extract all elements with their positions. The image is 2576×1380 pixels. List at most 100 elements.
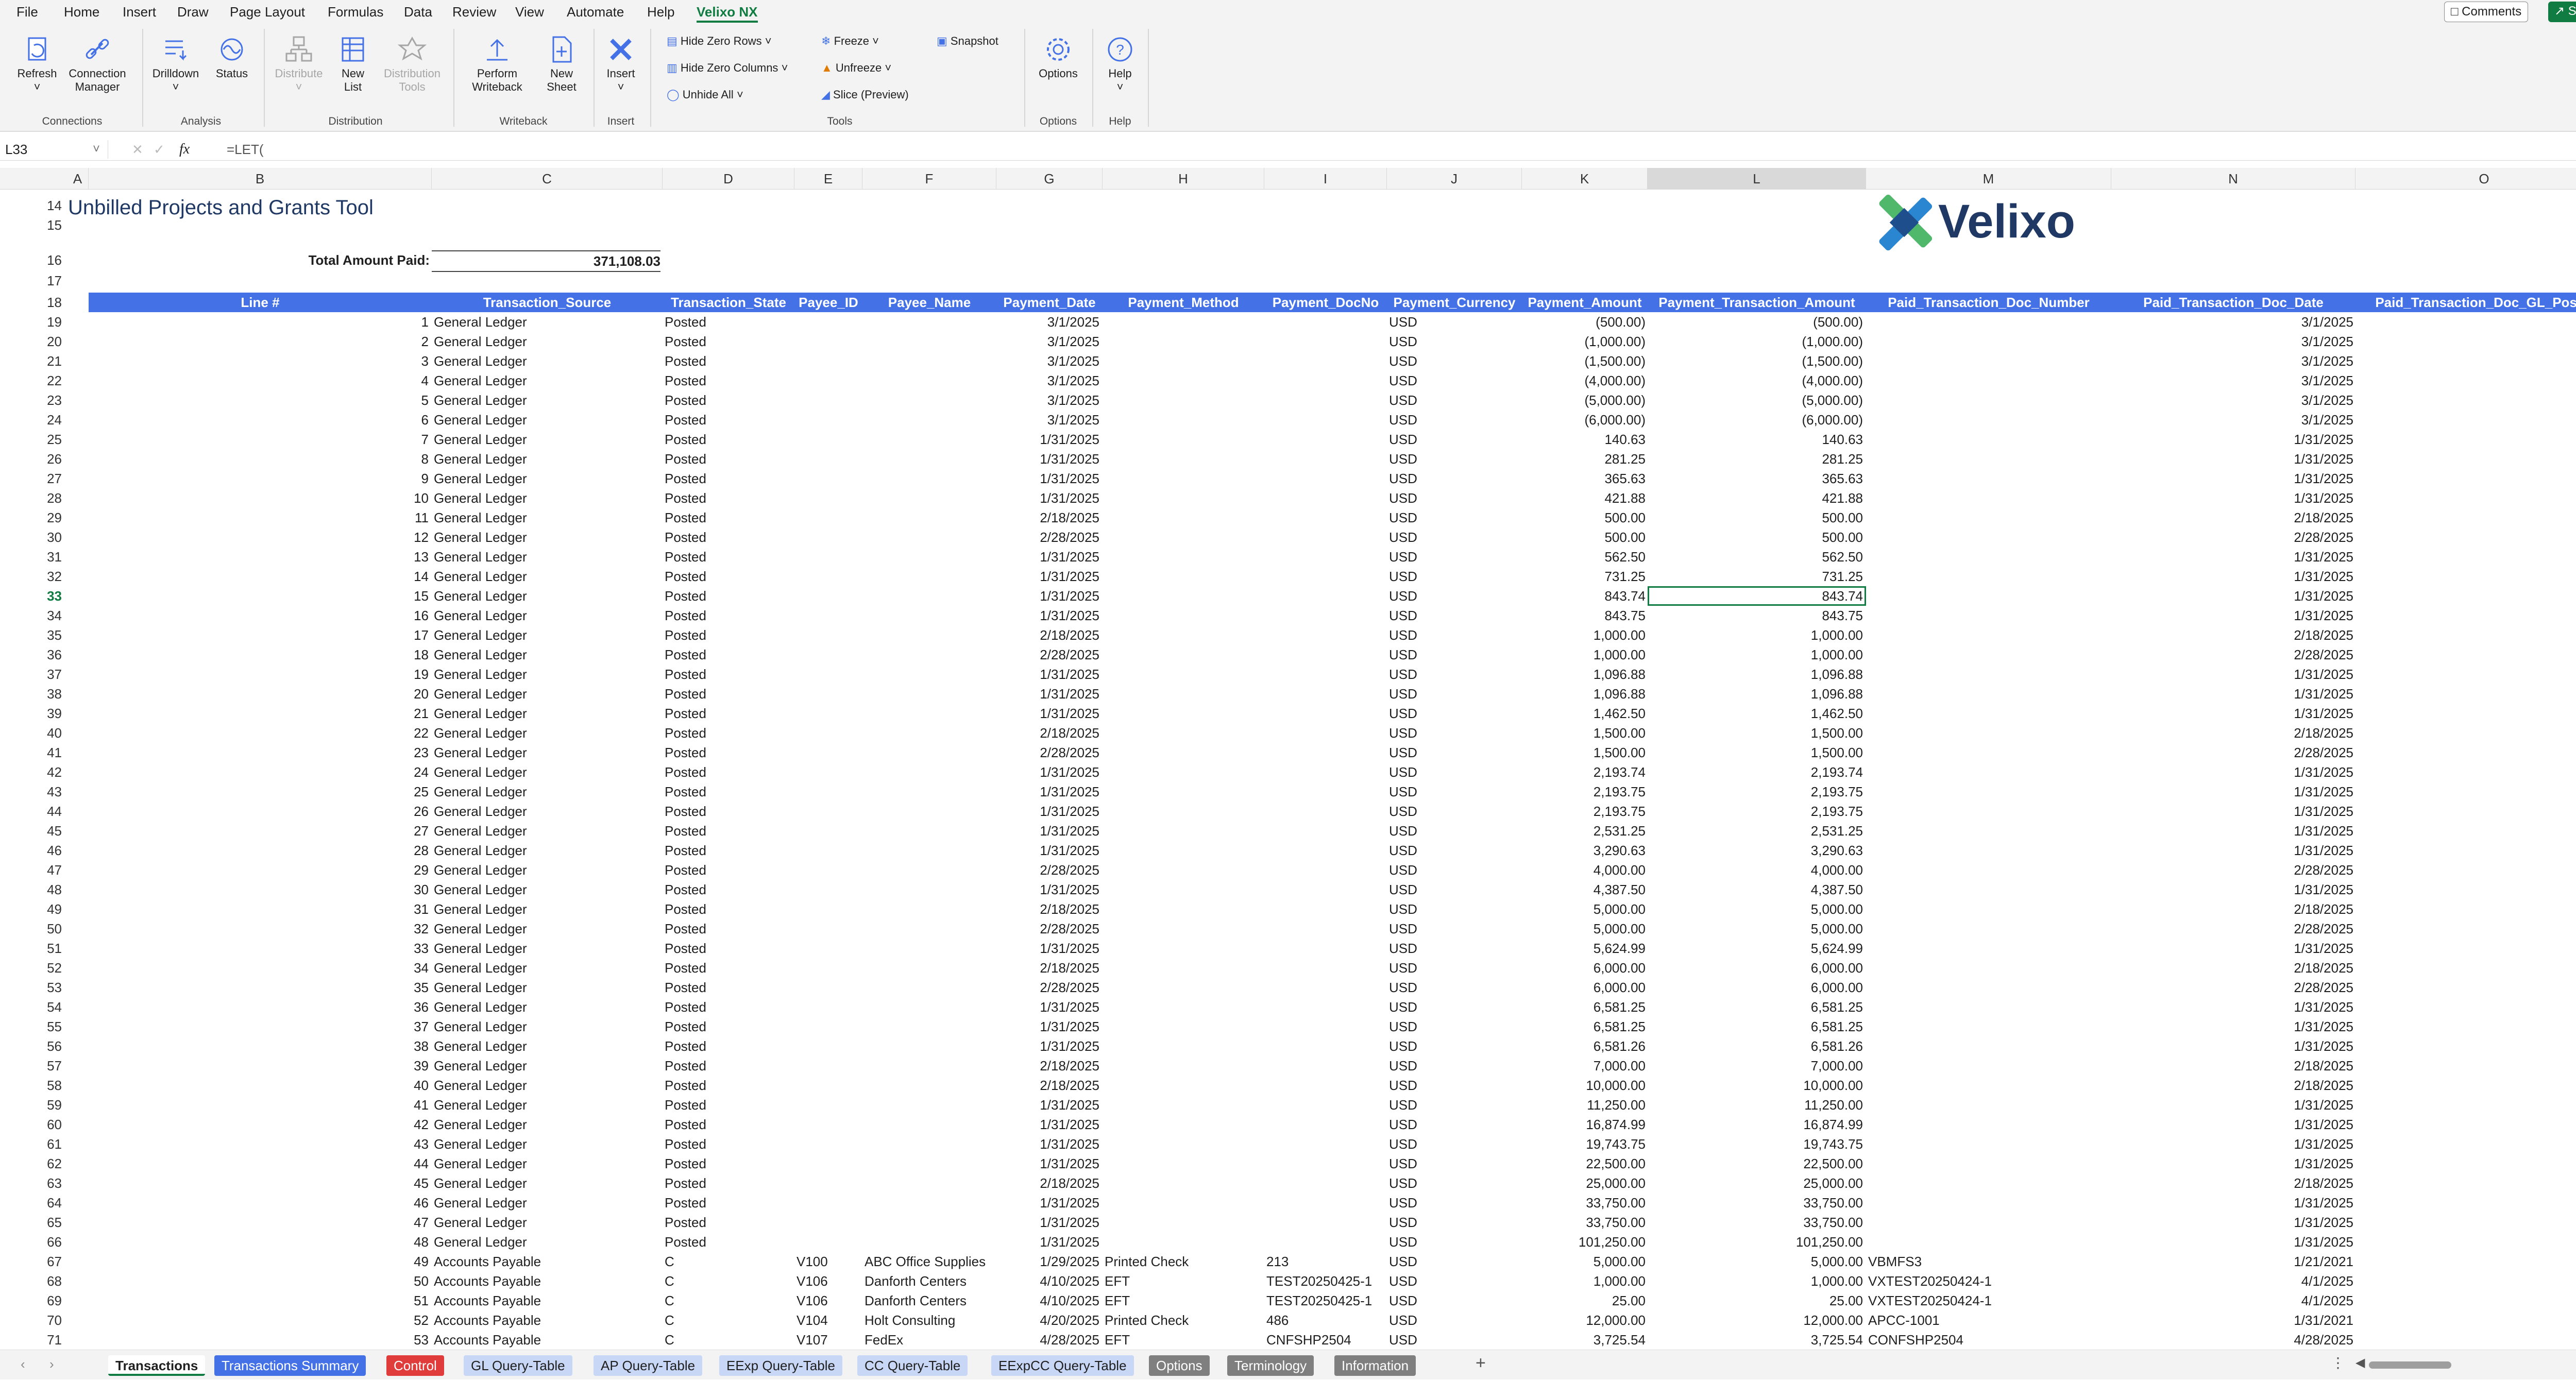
transaction-source-cell[interactable]: General Ledger (434, 1213, 663, 1232)
row-header[interactable]: 57 (29, 1056, 62, 1076)
row-header[interactable]: 19 (29, 312, 62, 332)
column-heading[interactable]: Payee_ID (794, 293, 862, 312)
payment-currency-cell[interactable]: USD (1389, 1310, 1522, 1330)
payment-currency-cell[interactable]: USD (1389, 586, 1522, 606)
line-number-cell[interactable]: 36 (89, 997, 429, 1017)
payment-date-cell[interactable]: 1/31/2025 (996, 841, 1099, 860)
payment-amount-cell[interactable]: 4,000.00 (1522, 860, 1646, 880)
column-header-f[interactable]: F (862, 168, 996, 190)
payment-amount-cell[interactable]: 6,581.25 (1522, 1017, 1646, 1036)
payment-date-cell[interactable]: 1/31/2025 (996, 821, 1099, 841)
row-header[interactable]: 64 (29, 1193, 62, 1213)
paid-doc-date-cell[interactable]: 1/31/2025 (2111, 567, 2353, 586)
transaction-state-cell[interactable]: Posted (665, 1232, 794, 1252)
payment-transaction-amount-cell[interactable]: 2,531.25 (1648, 821, 1863, 841)
transaction-state-cell[interactable]: C (665, 1291, 794, 1310)
payment-currency-cell[interactable]: USD (1389, 978, 1522, 997)
payment-date-cell[interactable]: 2/18/2025 (996, 1056, 1099, 1076)
payment-transaction-amount-cell[interactable]: 6,581.25 (1648, 1017, 1863, 1036)
line-number-cell[interactable]: 42 (89, 1115, 429, 1134)
transaction-source-cell[interactable]: General Ledger (434, 1193, 663, 1213)
payment-currency-cell[interactable]: USD (1389, 1017, 1522, 1036)
paid-doc-number-cell[interactable]: APCC-1001 (1868, 1310, 2111, 1330)
payment-transaction-amount-cell[interactable]: 1,500.00 (1648, 723, 1863, 743)
new-list-button[interactable]: New List (330, 34, 376, 94)
payment-currency-cell[interactable]: USD (1389, 1036, 1522, 1056)
paid-doc-date-cell[interactable]: 1/31/2025 (2111, 1232, 2353, 1252)
payment-date-cell[interactable]: 1/29/2025 (996, 1252, 1099, 1271)
paid-doc-date-cell[interactable]: 1/31/2025 (2111, 488, 2353, 508)
payment-method-cell[interactable]: EFT (1105, 1330, 1264, 1350)
transaction-state-cell[interactable]: Posted (665, 527, 794, 547)
refresh-button[interactable]: Refresh ˅ (11, 34, 63, 94)
payment-transaction-amount-cell[interactable]: 33,750.00 (1648, 1193, 1863, 1213)
transaction-source-cell[interactable]: General Ledger (434, 1056, 663, 1076)
payment-amount-cell[interactable]: 12,000.00 (1522, 1310, 1646, 1330)
payment-date-cell[interactable]: 1/31/2025 (996, 1193, 1099, 1213)
transaction-state-cell[interactable]: Posted (665, 978, 794, 997)
sheet-tab[interactable]: Terminology (1227, 1355, 1314, 1376)
paid-doc-date-cell[interactable]: 3/1/2025 (2111, 332, 2353, 351)
payment-transaction-amount-cell[interactable]: 281.25 (1648, 449, 1863, 469)
transaction-source-cell[interactable]: General Ledger (434, 782, 663, 802)
transaction-state-cell[interactable]: Posted (665, 390, 794, 410)
sheet-tab[interactable]: CC Query-Table (857, 1355, 968, 1376)
transaction-source-cell[interactable]: General Ledger (434, 390, 663, 410)
transaction-source-cell[interactable]: General Ledger (434, 547, 663, 567)
payment-currency-cell[interactable]: USD (1389, 469, 1522, 488)
payment-transaction-amount-cell[interactable]: 4,000.00 (1648, 860, 1863, 880)
payment-date-cell[interactable]: 4/28/2025 (996, 1330, 1099, 1350)
row-header[interactable]: 63 (29, 1173, 62, 1193)
row-header[interactable]: 28 (29, 488, 62, 508)
paid-doc-date-cell[interactable]: 1/31/2025 (2111, 1095, 2353, 1115)
column-heading[interactable]: Payment_Transaction_Amount (1648, 293, 1866, 312)
transaction-state-cell[interactable]: Posted (665, 1095, 794, 1115)
payee-id-cell[interactable]: V106 (796, 1291, 862, 1310)
payment-method-cell[interactable]: Printed Check (1105, 1310, 1264, 1330)
paid-doc-date-cell[interactable]: 1/31/2025 (2111, 1115, 2353, 1134)
paid-doc-date-cell[interactable]: 2/28/2025 (2111, 645, 2353, 665)
payment-amount-cell[interactable]: 6,000.00 (1522, 958, 1646, 978)
transaction-source-cell[interactable]: General Ledger (434, 645, 663, 665)
column-header-b[interactable]: B (89, 168, 432, 190)
row-header[interactable]: 38 (29, 684, 62, 704)
column-heading[interactable]: Transaction_State (663, 293, 794, 312)
transaction-source-cell[interactable]: General Ledger (434, 762, 663, 782)
line-number-cell[interactable]: 1 (89, 312, 429, 332)
payment-amount-cell[interactable]: 281.25 (1522, 449, 1646, 469)
transaction-state-cell[interactable]: Posted (665, 469, 794, 488)
transaction-source-cell[interactable]: General Ledger (434, 371, 663, 390)
paid-doc-date-cell[interactable]: 1/31/2025 (2111, 841, 2353, 860)
payment-amount-cell[interactable]: 33,750.00 (1522, 1193, 1646, 1213)
insert-function-icon[interactable]: fx (179, 140, 190, 159)
transaction-state-cell[interactable]: Posted (665, 351, 794, 371)
transaction-state-cell[interactable]: Posted (665, 919, 794, 939)
scroll-left-icon[interactable]: ◀ (2355, 1355, 2365, 1370)
options-button[interactable]: Options (1030, 34, 1086, 80)
transaction-source-cell[interactable]: General Ledger (434, 899, 663, 919)
row-header[interactable]: 14 (29, 196, 62, 215)
connection-manager-button[interactable]: Connection Manager (64, 34, 131, 94)
menu-review[interactable]: Review (452, 3, 496, 21)
slice-button[interactable]: ◢ Slice (Preview) (821, 88, 909, 102)
column-header-c[interactable]: C (432, 168, 663, 190)
menu-draw[interactable]: Draw (177, 3, 209, 21)
transaction-state-cell[interactable]: Posted (665, 625, 794, 645)
transaction-source-cell[interactable]: General Ledger (434, 312, 663, 332)
transaction-source-cell[interactable]: Accounts Payable (434, 1252, 663, 1271)
payment-transaction-amount-cell[interactable]: 16,874.99 (1648, 1115, 1863, 1134)
paid-doc-date-cell[interactable]: 2/18/2025 (2111, 1173, 2353, 1193)
row-header[interactable]: 45 (29, 821, 62, 841)
total-amount-value[interactable]: 371,108.03 (432, 250, 660, 272)
drilldown-button[interactable]: Drilldown ˅ (147, 34, 204, 94)
line-number-cell[interactable]: 39 (89, 1056, 429, 1076)
payment-amount-cell[interactable]: 1,462.50 (1522, 704, 1646, 723)
payee-name-cell[interactable]: Danforth Centers (865, 1271, 996, 1291)
payment-transaction-amount-cell[interactable]: 1,500.00 (1648, 743, 1863, 762)
unhide-all-button[interactable]: ◯ Unhide All ˅ (667, 88, 743, 102)
column-header-h[interactable]: H (1103, 168, 1264, 190)
transaction-state-cell[interactable]: Posted (665, 508, 794, 527)
line-number-cell[interactable]: 18 (89, 645, 429, 665)
column-heading[interactable]: Paid_Transaction_Doc_Date (2111, 293, 2355, 312)
help-button[interactable]: ? Help ˅ (1095, 34, 1145, 94)
